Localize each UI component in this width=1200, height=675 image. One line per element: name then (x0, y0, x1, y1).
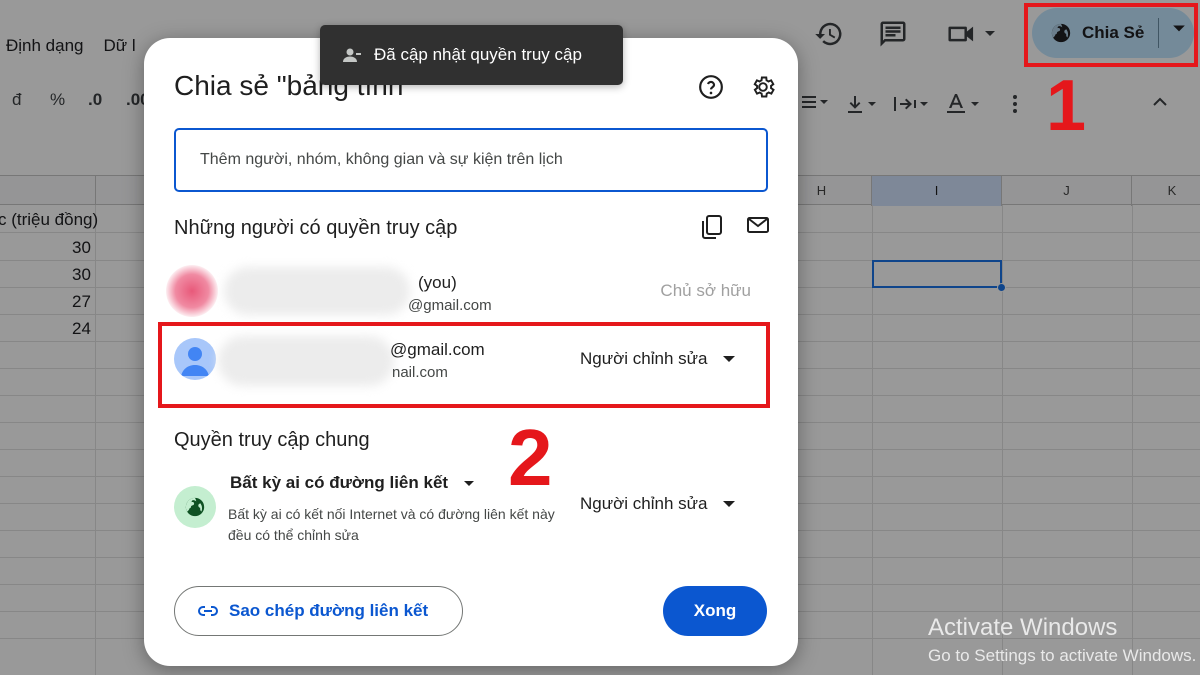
general-access-role-dropdown[interactable]: Người chỉnh sửa (580, 494, 736, 514)
copy-link-button[interactable]: Sao chép đường liên kết (174, 586, 463, 636)
copy-link-label: Sao chép đường liên kết (229, 601, 429, 620)
dropdown-arrow-icon (723, 501, 736, 507)
annotation-box-editor (158, 322, 770, 408)
annotation-number-1: 1 (1046, 66, 1087, 146)
person-name: (you) (418, 273, 457, 292)
general-access-heading: Quyền truy cập chung (174, 429, 370, 451)
link-icon (197, 605, 219, 617)
email-people-icon[interactable] (746, 214, 770, 236)
general-access-dropdown[interactable]: Bất kỳ ai có đường liên kết (230, 473, 475, 493)
general-access-description: Bất kỳ ai có kết nối Internet và có đườn… (228, 506, 555, 543)
people-with-access-heading: Những người có quyền truy cập (174, 217, 458, 239)
add-people-input[interactable] (174, 128, 768, 192)
copy-emails-icon[interactable] (700, 214, 724, 240)
globe-icon (174, 486, 216, 528)
windows-watermark-title: Activate Windows (928, 614, 1118, 641)
person-row-owner: (you) @gmail.com Chủ sở hữu (166, 259, 776, 319)
annotation-box-share (1024, 3, 1198, 67)
person-email: @gmail.com (408, 297, 492, 314)
dropdown-arrow-icon (464, 480, 475, 486)
owner-role-label: Chủ sở hữu (660, 281, 751, 300)
avatar (166, 265, 218, 317)
windows-watermark-subtitle: Go to Settings to activate Windows. (928, 646, 1197, 665)
access-updated-toast: Đã cập nhật quyền truy cập (320, 25, 623, 85)
help-icon[interactable] (698, 74, 724, 100)
general-access-option: Bất kỳ ai có đường liên kết (230, 473, 449, 492)
done-button[interactable]: Xong (663, 586, 767, 636)
person-icon (342, 47, 362, 63)
role-label: Người chỉnh sửa (580, 494, 708, 513)
toast-message: Đã cập nhật quyền truy cập (374, 45, 582, 64)
redacted-name (224, 267, 410, 315)
settings-gear-icon[interactable] (750, 74, 776, 100)
annotation-number-2: 2 (508, 413, 553, 502)
